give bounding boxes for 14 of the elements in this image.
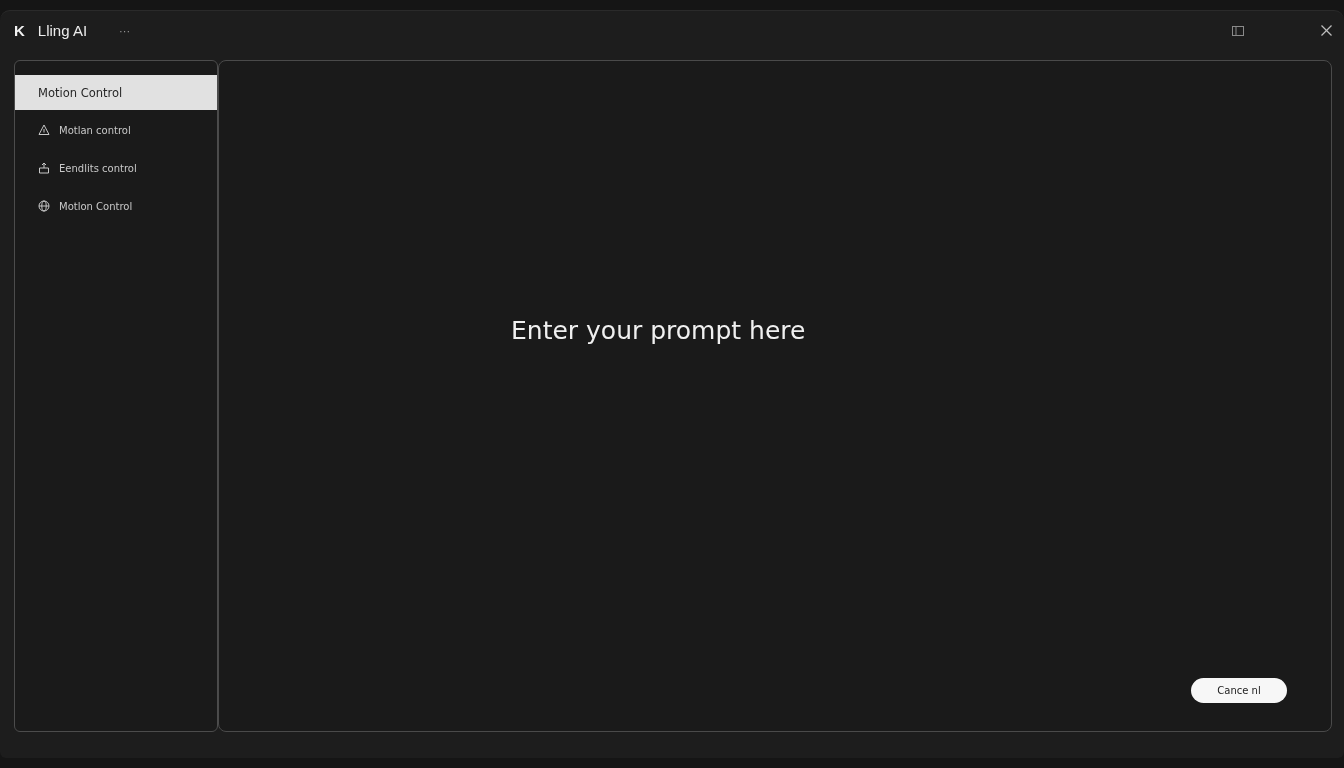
panel-icon[interactable] [1232,25,1244,36]
logo: K [14,22,25,39]
cancel-button[interactable]: Cance nl [1191,678,1287,703]
prompt-field[interactable]: Enter your prompt here Cance nl [218,60,1332,732]
sidebar-item[interactable]: Motion Control [15,75,217,110]
close-icon[interactable] [1321,25,1332,36]
sidebar-item[interactable]: Eendlits control [15,149,217,187]
warning-icon [38,124,50,136]
sidebar-item[interactable]: Motlon Control [15,187,217,225]
window-title: Lling AI [37,22,88,39]
globe-icon [38,200,50,212]
upload-icon [38,162,50,174]
more-menu-button[interactable]: ··· [117,24,133,37]
sidebar-item[interactable]: Motlan control [15,111,217,149]
